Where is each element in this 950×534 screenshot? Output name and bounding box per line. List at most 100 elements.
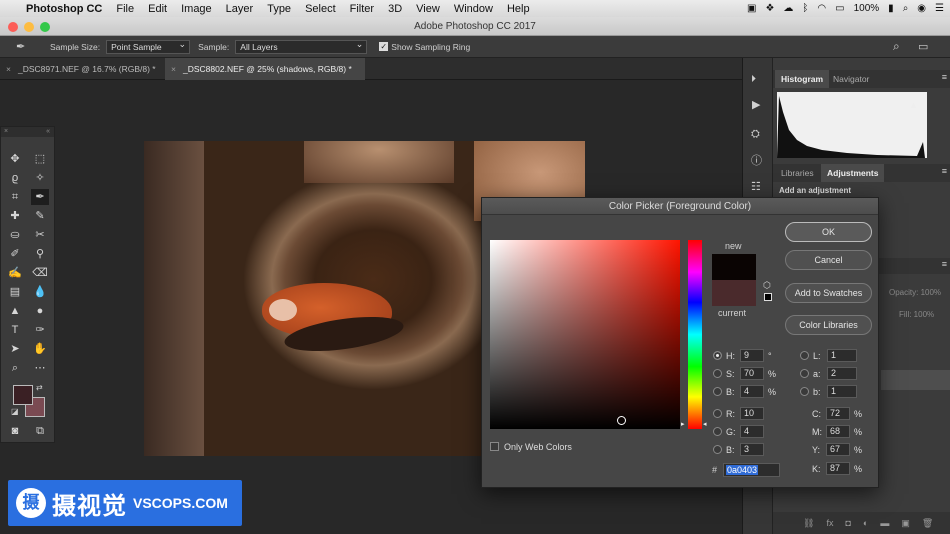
tab-navigator[interactable]: Navigator: [827, 70, 875, 88]
actions-panel-icon[interactable]: ▶: [752, 98, 760, 111]
fill-field[interactable]: Fill: 100%: [899, 310, 934, 319]
menu-image[interactable]: Image: [174, 3, 219, 15]
brush-alt-tool-icon[interactable]: ✐: [6, 246, 24, 262]
eraser-tool-icon[interactable]: ⌫: [31, 265, 49, 281]
search-icon[interactable]: ⌕: [893, 39, 900, 54]
screen-mode-icon[interactable]: ⧉: [31, 423, 49, 439]
mask-icon[interactable]: ◘: [845, 518, 850, 528]
h-input[interactable]: 9: [740, 349, 764, 362]
r-radio[interactable]: [713, 409, 722, 418]
history-panel-icon[interactable]: ⏵: [751, 74, 756, 85]
creative-cloud-icon[interactable]: ☁: [783, 3, 793, 14]
sampling-ring-checkbox[interactable]: ✓: [379, 42, 389, 51]
wifi-icon[interactable]: ◠: [817, 3, 826, 14]
pen-tool-icon[interactable]: ✑: [31, 322, 49, 338]
out-of-gamut-icon[interactable]: ⬡: [763, 280, 771, 291]
b-input[interactable]: 4: [740, 385, 764, 398]
group-icon[interactable]: ▬: [880, 518, 889, 528]
spotlight-icon[interactable]: ⌕: [903, 3, 909, 14]
l-input[interactable]: 1: [827, 349, 857, 362]
default-colors-icon[interactable]: ◪: [11, 407, 19, 416]
crop-tool-icon[interactable]: ⌗: [6, 189, 24, 205]
color-field-cursor[interactable]: [617, 416, 626, 425]
warning-icon[interactable]: ▲: [909, 100, 918, 110]
tools-header[interactable]: × «: [1, 127, 54, 137]
s-radio[interactable]: [713, 369, 722, 378]
b-radio[interactable]: [713, 387, 722, 396]
app-menu[interactable]: Photoshop CC: [19, 3, 109, 15]
panel-menu-icon[interactable]: ≡: [942, 166, 947, 176]
hand-tool-icon[interactable]: ✋: [31, 341, 49, 357]
c-input[interactable]: 72: [826, 407, 850, 420]
close-window-button[interactable]: [8, 22, 18, 32]
l-radio[interactable]: [800, 351, 809, 360]
menu-layer[interactable]: Layer: [219, 3, 261, 15]
blur-tool-icon[interactable]: 💧: [31, 284, 49, 300]
quick-mask-icon[interactable]: ◙: [6, 423, 24, 439]
brush-tool-icon[interactable]: ✎: [31, 208, 49, 224]
menu-select[interactable]: Select: [298, 3, 343, 15]
selected-layer-row[interactable]: [881, 370, 950, 390]
g-radio[interactable]: [713, 427, 722, 436]
tab-histogram[interactable]: Histogram: [775, 70, 830, 88]
new-layer-icon[interactable]: ▣: [901, 518, 910, 529]
only-web-colors-checkbox[interactable]: [490, 442, 499, 451]
close-tab-icon[interactable]: ×: [6, 58, 11, 80]
path-selection-tool-icon[interactable]: ➤: [6, 341, 24, 357]
menu-edit[interactable]: Edit: [141, 3, 174, 15]
close-tab-icon[interactable]: ×: [171, 58, 176, 80]
type-tool-icon[interactable]: T: [6, 322, 24, 338]
eyedropper-tool-preset-icon[interactable]: ✒: [16, 40, 42, 53]
dropbox-icon[interactable]: ❖: [765, 3, 774, 14]
clone-stamp-tool-icon[interactable]: ⛀: [6, 227, 24, 243]
blue-radio[interactable]: [713, 445, 722, 454]
color-libraries-button[interactable]: Color Libraries: [785, 315, 872, 335]
lab-b-input[interactable]: 1: [827, 385, 857, 398]
move-tool-icon[interactable]: ✥: [6, 151, 24, 167]
panel-menu-icon[interactable]: ≡: [942, 72, 947, 82]
sponge-tool-icon[interactable]: ●: [31, 303, 49, 319]
ok-button[interactable]: OK: [785, 222, 872, 242]
zoom-tool-icon[interactable]: ⌕: [6, 360, 24, 376]
healing-brush-tool-icon[interactable]: ✚: [6, 208, 24, 224]
hue-slider[interactable]: [688, 240, 702, 429]
dodge-tool-icon[interactable]: ▲: [6, 303, 24, 319]
cancel-button[interactable]: Cancel: [785, 250, 872, 270]
menu-filter[interactable]: Filter: [343, 3, 381, 15]
more-tools-icon[interactable]: ⋯: [31, 360, 49, 376]
menu-view[interactable]: View: [409, 3, 447, 15]
blue-input[interactable]: 3: [740, 443, 764, 456]
airplay-icon[interactable]: ▭: [835, 3, 844, 14]
s-input[interactable]: 70: [740, 367, 764, 380]
workspace-icon[interactable]: ▭: [918, 40, 928, 53]
sample-select[interactable]: All Layers: [235, 38, 368, 54]
menu-type[interactable]: Type: [260, 3, 298, 15]
web-safe-icon[interactable]: [764, 293, 772, 301]
zoom-window-button[interactable]: [40, 22, 50, 32]
magic-wand-tool-icon[interactable]: ✧: [31, 170, 49, 186]
opacity-field[interactable]: Opacity: 100%: [889, 288, 941, 297]
link-layers-icon[interactable]: ⛓: [803, 518, 814, 529]
fx-icon[interactable]: fx: [826, 518, 833, 528]
color-field[interactable]: [490, 240, 680, 429]
info-panel-icon[interactable]: ⓘ: [751, 152, 762, 168]
hue-slider-left-arrow[interactable]: ▸: [681, 420, 685, 428]
marquee-tool-icon[interactable]: ⬚: [31, 151, 49, 167]
properties-panel-icon[interactable]: ☷: [751, 180, 761, 193]
g-input[interactable]: 4: [740, 425, 764, 438]
screen-icon[interactable]: ▣: [747, 3, 756, 14]
trash-icon[interactable]: 🗑: [922, 518, 933, 529]
a-radio[interactable]: [800, 369, 809, 378]
menu-window[interactable]: Window: [447, 3, 500, 15]
tab-libraries[interactable]: Libraries: [775, 164, 820, 182]
foreground-color-swatch[interactable]: [13, 385, 33, 405]
sample-size-select[interactable]: Point Sample: [106, 38, 191, 54]
tab-adjustments[interactable]: Adjustments: [821, 164, 885, 182]
3d-panel-icon[interactable]: ⛭: [751, 128, 760, 141]
k-input[interactable]: 87: [826, 462, 850, 475]
notification-center-icon[interactable]: ☰: [935, 3, 944, 14]
a-input[interactable]: 2: [827, 367, 857, 380]
tab-dsc8971[interactable]: × _DSC8971.NEF @ 16.7% (RGB/8) *: [0, 58, 164, 80]
menu-help[interactable]: Help: [500, 3, 537, 15]
add-to-swatches-button[interactable]: Add to Swatches: [785, 283, 872, 303]
